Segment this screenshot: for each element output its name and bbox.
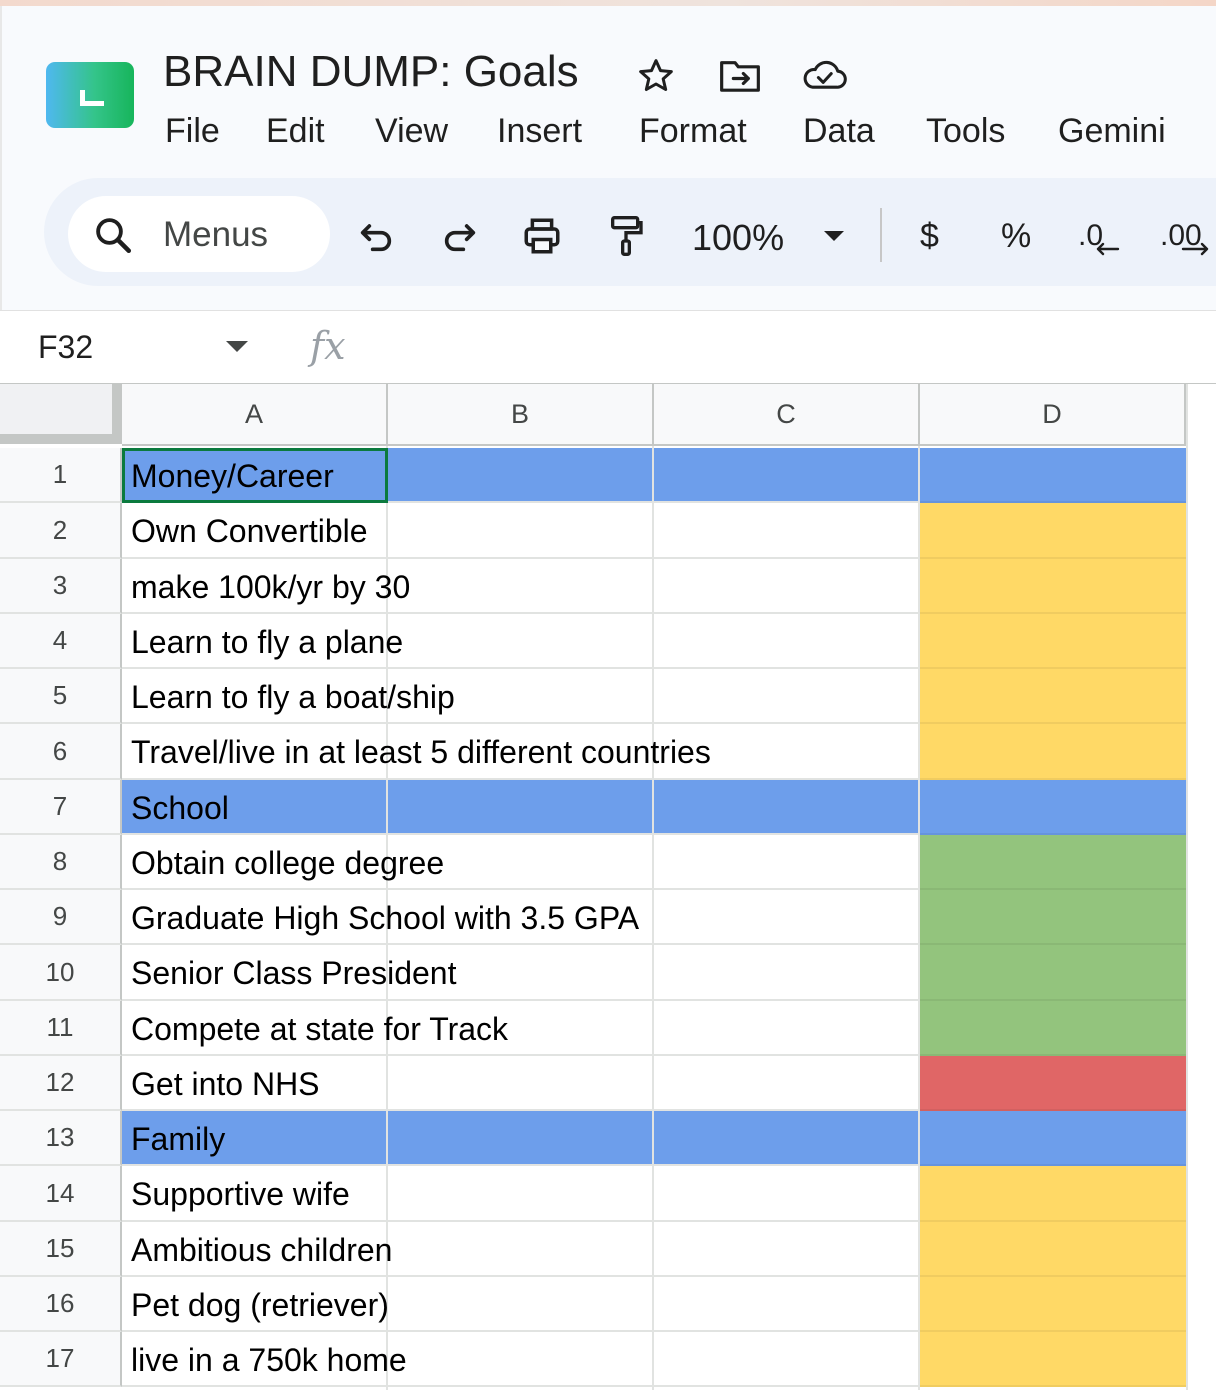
row-header[interactable]: 17 bbox=[0, 1332, 122, 1387]
select-all-corner[interactable] bbox=[0, 384, 122, 444]
row-header[interactable]: 11 bbox=[0, 1001, 122, 1056]
menu-edit[interactable]: Edit bbox=[266, 106, 325, 156]
status-cell-d[interactable] bbox=[918, 503, 1186, 559]
goal-cell[interactable]: Senior Class President bbox=[131, 946, 456, 1001]
name-box[interactable]: F32 bbox=[38, 323, 93, 371]
status-cell-d[interactable] bbox=[918, 1332, 1186, 1387]
spreadsheet-grid[interactable]: A B C D 1 2 3 4 5 6 7 8 9 10 11 12 13 14 15 16 17 Money/C… bbox=[0, 384, 1216, 1390]
goal-cell[interactable]: Ambitious children bbox=[131, 1223, 392, 1278]
status-cell-d[interactable] bbox=[918, 1111, 1186, 1166]
menu-format[interactable]: Format bbox=[639, 106, 747, 156]
menu-data[interactable]: Data bbox=[803, 106, 875, 156]
goal-cell[interactable]: Obtain college degree bbox=[131, 836, 444, 891]
status-cell-d[interactable] bbox=[918, 448, 1186, 503]
column-gridline bbox=[652, 446, 654, 1390]
right-arrow-icon bbox=[1178, 232, 1216, 262]
row-header[interactable]: 9 bbox=[0, 890, 122, 945]
row-header[interactable]: 6 bbox=[0, 724, 122, 780]
menu-insert[interactable]: Insert bbox=[497, 106, 582, 156]
status-cell-d[interactable] bbox=[918, 724, 1186, 780]
status-cell-d[interactable] bbox=[918, 669, 1186, 724]
format-percent-button[interactable]: % bbox=[1001, 212, 1031, 260]
row-header[interactable]: 2 bbox=[0, 503, 122, 559]
menu-gemini[interactable]: Gemini bbox=[1058, 106, 1166, 156]
redo-icon[interactable] bbox=[436, 210, 484, 262]
move-to-folder-icon[interactable] bbox=[716, 52, 764, 100]
goal-cell[interactable]: Graduate High School with 3.5 GPA bbox=[131, 891, 639, 946]
menu-file[interactable]: File bbox=[165, 106, 220, 156]
zoom-select[interactable]: 100% bbox=[692, 214, 784, 262]
goal-cell[interactable]: Travel/live in at least 5 different coun… bbox=[131, 725, 711, 780]
column-header-a[interactable]: A bbox=[122, 384, 388, 446]
column-header-d[interactable]: D bbox=[920, 384, 1186, 446]
paint-format-icon[interactable] bbox=[602, 210, 650, 262]
sheets-logo-mark bbox=[80, 90, 104, 106]
row-header[interactable]: 16 bbox=[0, 1277, 122, 1332]
row-header[interactable]: 5 bbox=[0, 669, 122, 724]
print-icon[interactable] bbox=[518, 210, 566, 262]
menu-search-label[interactable]: Menus bbox=[163, 212, 268, 258]
row-header[interactable]: 7 bbox=[0, 780, 122, 835]
category-header-cell[interactable]: School bbox=[131, 781, 229, 836]
row-header[interactable]: 8 bbox=[0, 835, 122, 890]
cloud-saved-icon[interactable] bbox=[800, 52, 848, 100]
row-header[interactable]: 10 bbox=[0, 945, 122, 1001]
toolbar-divider bbox=[880, 208, 882, 262]
column-gridline bbox=[918, 446, 920, 1390]
status-cell-d[interactable] bbox=[918, 559, 1186, 614]
status-cell-d[interactable] bbox=[918, 1222, 1186, 1277]
status-cell-d[interactable] bbox=[918, 835, 1186, 890]
menu-tools[interactable]: Tools bbox=[926, 106, 1005, 156]
active-cell-selection[interactable] bbox=[122, 448, 388, 503]
status-cell-d[interactable] bbox=[918, 1001, 1186, 1056]
status-cell-d[interactable] bbox=[918, 1277, 1186, 1332]
goal-cell[interactable]: Supportive wife bbox=[131, 1167, 350, 1222]
row-header[interactable]: 14 bbox=[0, 1166, 122, 1222]
row-header[interactable]: 1 bbox=[0, 448, 122, 503]
row-header[interactable]: 3 bbox=[0, 559, 122, 614]
goal-cell[interactable]: Own Convertible bbox=[131, 504, 368, 559]
status-cell-d[interactable] bbox=[918, 890, 1186, 945]
left-arrow-icon bbox=[1090, 232, 1124, 262]
status-cell-d[interactable] bbox=[918, 945, 1186, 1001]
goal-cell[interactable]: Get into NHS bbox=[131, 1057, 320, 1112]
row-header[interactable]: 13 bbox=[0, 1111, 122, 1166]
category-header-cell[interactable]: Family bbox=[131, 1112, 225, 1167]
goal-cell[interactable]: live in a 750k home bbox=[131, 1333, 407, 1388]
fx-icon: fx bbox=[310, 324, 346, 368]
column-header-b[interactable]: B bbox=[388, 384, 654, 446]
search-icon bbox=[92, 214, 134, 256]
status-cell-d[interactable] bbox=[918, 1166, 1186, 1222]
sheets-logo[interactable] bbox=[46, 62, 134, 128]
goal-cell[interactable]: make 100k/yr by 30 bbox=[131, 560, 410, 615]
star-icon[interactable] bbox=[632, 52, 680, 100]
document-title[interactable]: BRAIN DUMP: Goals bbox=[163, 44, 579, 100]
goal-cell[interactable]: Learn to fly a boat/ship bbox=[131, 670, 455, 725]
row-header[interactable]: 15 bbox=[0, 1222, 122, 1277]
caret-down-icon[interactable] bbox=[810, 210, 858, 262]
name-box-caret-icon[interactable] bbox=[226, 341, 248, 352]
grid-right-edge bbox=[1186, 384, 1216, 1390]
formula-bar bbox=[0, 310, 1216, 384]
column-header-c[interactable]: C bbox=[654, 384, 920, 446]
goal-cell[interactable]: Pet dog (retriever) bbox=[131, 1278, 389, 1333]
status-cell-d[interactable] bbox=[918, 780, 1186, 835]
status-cell-d[interactable] bbox=[918, 1056, 1186, 1111]
row-header[interactable]: 4 bbox=[0, 614, 122, 669]
row-header[interactable]: 12 bbox=[0, 1056, 122, 1111]
status-cell-d[interactable] bbox=[918, 614, 1186, 669]
goal-cell[interactable]: Compete at state for Track bbox=[131, 1002, 508, 1057]
format-currency-button[interactable]: $ bbox=[920, 212, 939, 260]
goal-cell[interactable]: Learn to fly a plane bbox=[131, 615, 403, 670]
undo-icon[interactable] bbox=[352, 210, 400, 262]
menu-view[interactable]: View bbox=[375, 106, 448, 156]
